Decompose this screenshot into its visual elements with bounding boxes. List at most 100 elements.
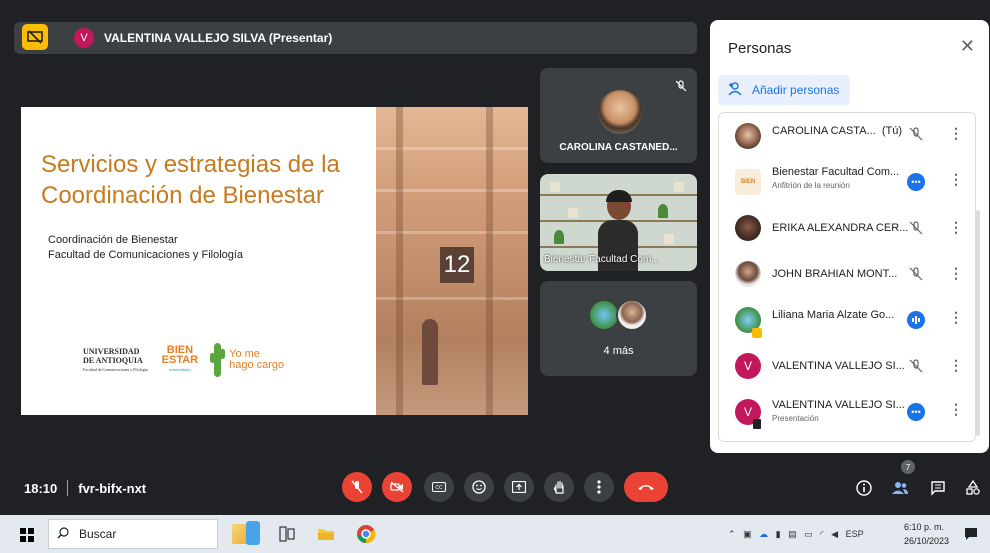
udea-logo-line2: DE ANTIOQUIA bbox=[83, 355, 143, 365]
more-options-button[interactable] bbox=[584, 472, 614, 502]
svg-text:CC: CC bbox=[435, 485, 443, 491]
avatar bbox=[735, 215, 761, 241]
participant-row[interactable]: ERIKA ALEXANDRA CER... ⋮ bbox=[719, 205, 975, 251]
participant-count-badge: 7 bbox=[901, 460, 915, 474]
participant-name: Liliana Maria Alzate Go... bbox=[772, 309, 895, 321]
meeting-time: 18:10 bbox=[24, 480, 58, 496]
meet-window: V VALENTINA VALLEJO SILVA (Presentar) Se… bbox=[0, 0, 990, 553]
participant-role: Presentación bbox=[772, 414, 819, 423]
reactions-button[interactable] bbox=[464, 472, 494, 502]
slide-logos: UNIVERSIDAD DE ANTIOQUIA Facultad de Com… bbox=[83, 343, 284, 377]
clock-date: 26/10/2023 bbox=[904, 536, 950, 546]
scrollbar[interactable] bbox=[976, 210, 980, 436]
windows-start-icon[interactable] bbox=[20, 528, 34, 542]
taskbar: Buscar ⌃ ▣ ☁ ▮ ▤ ▭ ◜ ◀ ESP 6:10 p. m. 26… bbox=[0, 515, 990, 553]
panel-title: Personas bbox=[728, 40, 792, 57]
yome-line2: hago cargo bbox=[229, 359, 285, 371]
participant-name: Bienestar Facultad Com... bbox=[772, 166, 900, 178]
captions-button[interactable]: CC bbox=[424, 472, 454, 502]
add-people-button[interactable]: Añadir personas bbox=[718, 75, 850, 105]
people-button[interactable] bbox=[888, 476, 912, 500]
battery-icon[interactable]: ▭ bbox=[804, 529, 813, 539]
taskbar-clock[interactable]: 6:10 p. m. 26/10/2023 bbox=[904, 520, 949, 548]
mic-toggle-button[interactable] bbox=[342, 472, 372, 502]
participant-row[interactable]: JOHN BRAHIAN MONT... ⋮ bbox=[719, 251, 975, 297]
participant-tile-bienestar[interactable]: Bienestar Facultad Com... bbox=[540, 174, 697, 271]
pin-icon bbox=[753, 419, 761, 429]
avatar bbox=[616, 299, 648, 331]
participants-list: CAROLINA CASTA... (Tú) ⋮ BIEN Bienestar … bbox=[718, 112, 976, 442]
task-view-icon[interactable] bbox=[277, 524, 297, 544]
more-vert-icon[interactable]: ⋮ bbox=[949, 401, 963, 418]
more-participants-tile[interactable]: 4 más bbox=[540, 281, 697, 376]
leave-call-button[interactable] bbox=[624, 472, 668, 502]
taskbar-search[interactable]: Buscar bbox=[48, 519, 218, 549]
participant-row[interactable]: V VALENTINA VALLEJO SI... Presentación •… bbox=[719, 389, 975, 435]
avatar: BIEN bbox=[735, 169, 761, 195]
participant-name: ERIKA ALEXANDRA CER... bbox=[772, 222, 909, 234]
more-vert-icon[interactable]: ⋮ bbox=[949, 125, 963, 142]
shared-slide: Servicios y estrategias de la Coordinaci… bbox=[21, 107, 528, 415]
bienestar-logo-line2: ESTAR bbox=[161, 354, 199, 366]
participant-name: VALENTINA VALLEJO SI... bbox=[772, 399, 905, 411]
presenter-name: VALENTINA VALLEJO SILVA (Presentar) bbox=[104, 31, 333, 45]
slide-subtitle-line1: Coordinación de Bienestar bbox=[48, 234, 178, 246]
avatar: V bbox=[735, 353, 761, 379]
volume-icon[interactable]: ◀ bbox=[831, 529, 838, 539]
chrome-icon[interactable] bbox=[356, 524, 376, 544]
tray-chevron-icon[interactable]: ⌃ bbox=[728, 529, 736, 539]
notifications-icon[interactable] bbox=[964, 527, 978, 544]
avatar bbox=[735, 123, 761, 149]
participant-tile-carolina[interactable]: CAROLINA CASTANED... bbox=[540, 68, 697, 163]
building-number: 12 bbox=[440, 247, 474, 283]
slide-subtitle: Coordinación de Bienestar Facultad de Co… bbox=[48, 233, 243, 263]
present-screen-button[interactable] bbox=[504, 472, 534, 502]
search-label: Buscar bbox=[79, 527, 117, 541]
meeting-code: fvr-bifx-nxt bbox=[78, 480, 147, 496]
avatar bbox=[735, 261, 761, 287]
display-icon[interactable]: ▤ bbox=[788, 529, 797, 539]
close-icon[interactable]: ✕ bbox=[960, 36, 975, 57]
chat-button[interactable] bbox=[926, 476, 950, 500]
usb-icon[interactable]: ▮ bbox=[776, 529, 781, 539]
mic-off-icon bbox=[909, 221, 923, 238]
mic-off-icon bbox=[909, 359, 923, 376]
mic-off-icon bbox=[909, 267, 923, 284]
camera-toggle-button[interactable] bbox=[382, 472, 412, 502]
more-vert-icon[interactable]: ⋮ bbox=[949, 171, 963, 188]
presentation-icon[interactable] bbox=[22, 24, 48, 50]
file-explorer-icon[interactable] bbox=[316, 524, 336, 544]
more-vert-icon[interactable]: ⋮ bbox=[949, 265, 963, 282]
onedrive-icon[interactable]: ☁ bbox=[759, 529, 768, 539]
avatar bbox=[598, 90, 642, 134]
presenting-icon bbox=[752, 328, 762, 338]
tile-name: Bienestar Facultad Com... bbox=[544, 254, 660, 265]
participant-row[interactable]: V VALENTINA VALLEJO SI... ⋮ bbox=[719, 343, 975, 389]
system-tray[interactable]: ⌃ ▣ ☁ ▮ ▤ ▭ ◜ ◀ ESP bbox=[728, 529, 864, 540]
water-bottle-icon bbox=[246, 521, 260, 545]
meeting-stage: V VALENTINA VALLEJO SILVA (Presentar) Se… bbox=[0, 0, 990, 515]
meeting-info-button[interactable] bbox=[852, 476, 876, 500]
more-count: 4 más bbox=[603, 345, 634, 357]
more-vert-icon[interactable]: ⋮ bbox=[949, 219, 963, 236]
person-silhouette bbox=[422, 319, 438, 385]
presenter-avatar: V bbox=[74, 28, 94, 48]
yome-logo: Yo me hago cargo bbox=[210, 343, 284, 377]
tray-apps-icon[interactable]: ▣ bbox=[743, 529, 752, 539]
add-people-label: Añadir personas bbox=[752, 83, 840, 97]
slide-title: Servicios y estrategias de la Coordinaci… bbox=[41, 151, 340, 209]
cactus-icon bbox=[210, 343, 226, 377]
building-photo: 12 bbox=[376, 107, 528, 415]
activities-button[interactable] bbox=[961, 476, 985, 500]
participant-row[interactable]: CAROLINA CASTA... (Tú) ⋮ bbox=[719, 113, 975, 159]
wifi-icon[interactable]: ◜ bbox=[820, 529, 824, 539]
language-indicator[interactable]: ESP bbox=[846, 529, 864, 539]
slide-subtitle-line2: Facultad de Comunicaciones y Filología bbox=[48, 249, 244, 261]
more-vert-icon[interactable]: ⋮ bbox=[949, 309, 963, 326]
participant-row[interactable]: Liliana Maria Alzate Go... ⋮ bbox=[719, 297, 975, 343]
mic-off-icon bbox=[675, 80, 687, 95]
participant-row[interactable]: BIEN Bienestar Facultad Com... Anfitrión… bbox=[719, 159, 975, 205]
yome-text: Yo me hago cargo bbox=[229, 349, 284, 371]
raise-hand-button[interactable] bbox=[544, 472, 574, 502]
more-vert-icon[interactable]: ⋮ bbox=[949, 357, 963, 374]
